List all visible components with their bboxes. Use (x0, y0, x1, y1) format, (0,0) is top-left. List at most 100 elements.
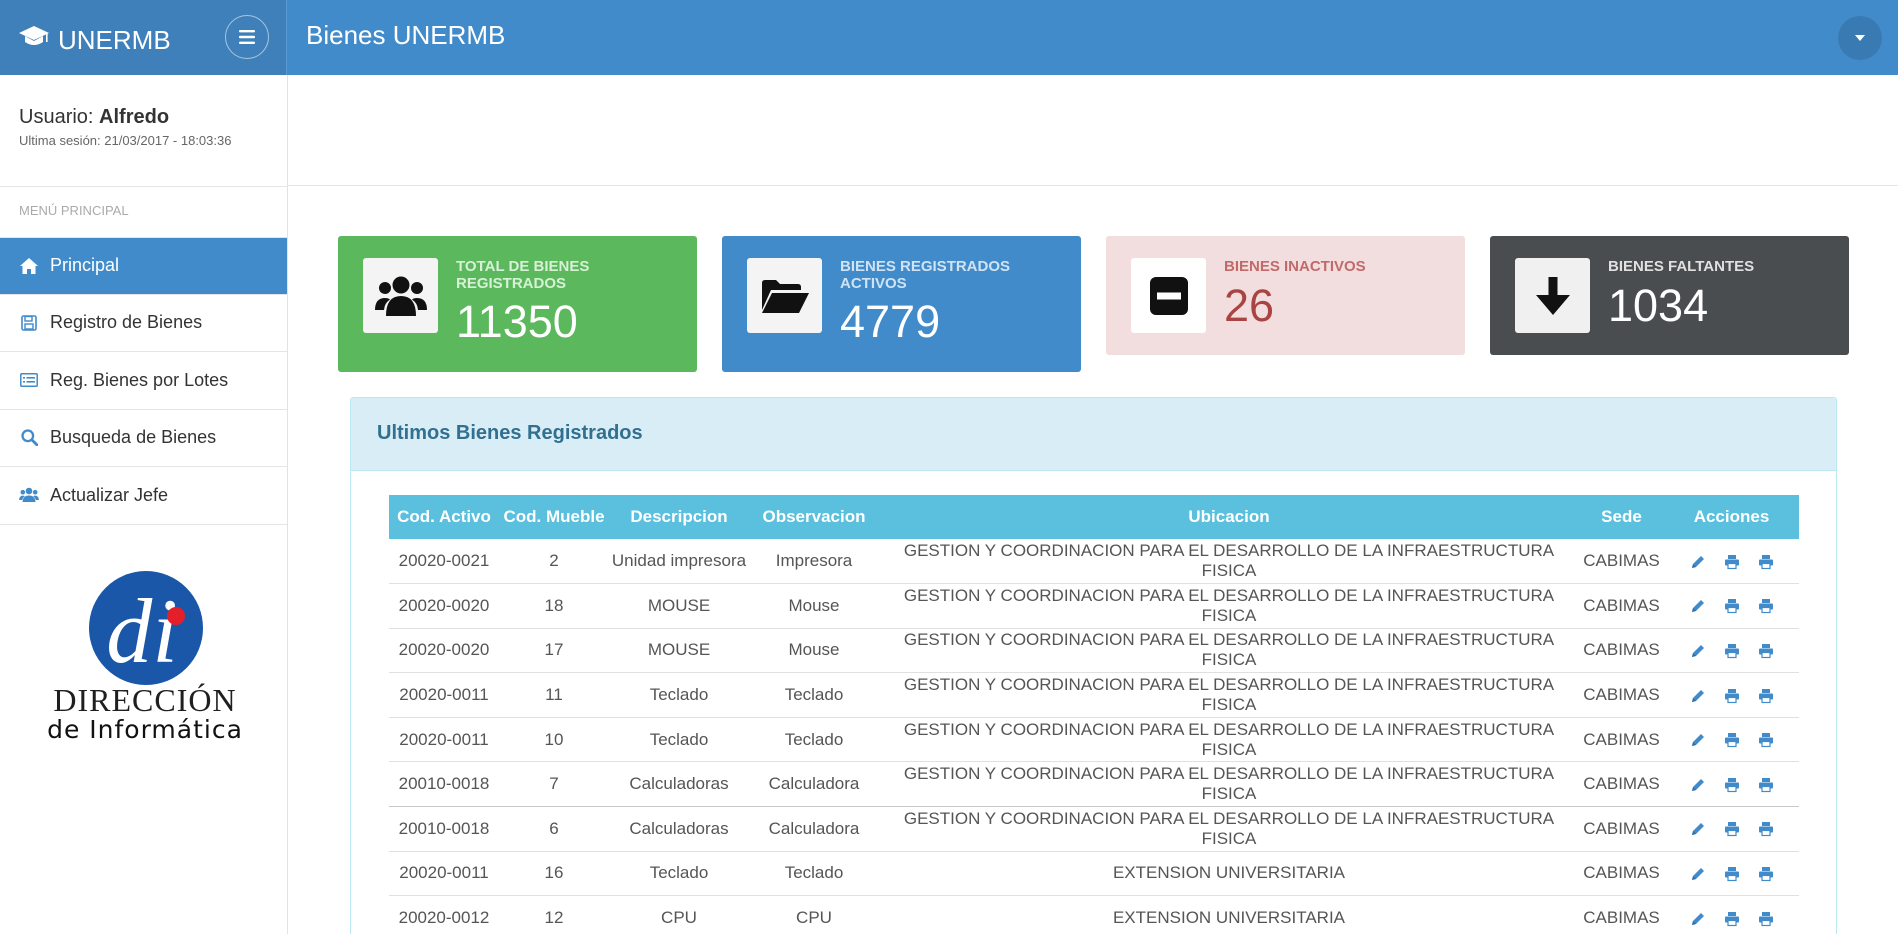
panel-title: Ultimos Bienes Registrados (377, 422, 643, 444)
edit-button[interactable] (1690, 688, 1706, 704)
users-icon (19, 486, 39, 504)
cell-observacion: Teclado (749, 717, 879, 763)
edit-icon (1691, 912, 1704, 925)
column-header: Cod. Mueble (499, 495, 609, 539)
stat-value: 11350 (456, 296, 578, 347)
print-icon (1758, 911, 1773, 926)
print-icon (1758, 599, 1773, 614)
edit-button[interactable] (1690, 554, 1706, 570)
print-label-button[interactable] (1758, 598, 1774, 614)
cell-descripcion: Teclado (609, 672, 749, 718)
print-icon (1724, 777, 1739, 792)
stat-value: 1034 (1608, 280, 1709, 331)
search-icon (19, 429, 39, 447)
print-icon (1724, 822, 1739, 837)
cell-cod-activo: 20020-0021 (389, 539, 499, 585)
edit-button[interactable] (1690, 732, 1706, 748)
cell-ubicacion: GESTION Y COORDINACION PARA EL DESARROLL… (879, 717, 1579, 763)
table-row: 20020-0011 10 Teclado Teclado GESTION Y COOR… (389, 717, 1799, 763)
sidebar-item-reg-lotes[interactable]: Reg. Bienes por Lotes (0, 352, 287, 410)
print-label-button[interactable] (1758, 732, 1774, 748)
stat-bienes-faltantes: BIENES FALTANTES 1034 (1490, 236, 1849, 355)
cell-cod-activo: 20020-0011 (389, 851, 499, 897)
cell-ubicacion: GESTION Y COORDINACION PARA EL DESARROLL… (879, 761, 1579, 808)
print-label-button[interactable] (1758, 911, 1774, 927)
edit-button[interactable] (1690, 911, 1706, 927)
stat-value: 26 (1224, 280, 1275, 331)
cell-descripcion: Teclado (609, 851, 749, 897)
print-button[interactable] (1724, 598, 1740, 614)
cell-cod-mueble: 12 (499, 895, 609, 934)
print-button[interactable] (1724, 643, 1740, 659)
user-name: Alfredo (99, 106, 170, 128)
print-label-button[interactable] (1758, 821, 1774, 837)
page-title: Bienes UNERMB (306, 20, 506, 50)
edit-icon (1691, 600, 1704, 613)
sidebar-item-registro-bienes[interactable]: Registro de Bienes (0, 295, 287, 352)
cell-acciones (1664, 761, 1799, 808)
print-label-button[interactable] (1758, 866, 1774, 882)
print-icon (1758, 644, 1773, 659)
print-button[interactable] (1724, 777, 1740, 793)
cell-ubicacion: GESTION Y COORDINACION PARA EL DESARROLL… (879, 539, 1579, 585)
sidebar: Usuario: Alfredo Ultima sesión: 21/03/20… (0, 75, 288, 934)
sidebar-menu: Principal Registro de Bienes Reg. Bienes… (0, 237, 287, 525)
edit-icon (1691, 823, 1704, 836)
cell-cod-activo: 20010-0018 (389, 761, 499, 808)
print-icon (1724, 554, 1739, 569)
print-button[interactable] (1724, 554, 1740, 570)
print-label-button[interactable] (1758, 688, 1774, 704)
edit-button[interactable] (1690, 777, 1706, 793)
list-icon (19, 371, 39, 389)
print-button[interactable] (1724, 732, 1740, 748)
edit-button[interactable] (1690, 598, 1706, 614)
content-header (288, 75, 1898, 186)
cell-descripcion: CPU (609, 895, 749, 934)
arrow-down-icon (1515, 258, 1590, 333)
print-button[interactable] (1724, 688, 1740, 704)
print-button[interactable] (1724, 866, 1740, 882)
cell-ubicacion: GESTION Y COORDINACION PARA EL DESARROLL… (879, 583, 1579, 629)
cell-cod-mueble: 6 (499, 806, 609, 852)
print-button[interactable] (1724, 821, 1740, 837)
edit-button[interactable] (1690, 643, 1706, 659)
graduation-cap-icon (19, 26, 49, 45)
cell-acciones (1664, 717, 1799, 763)
edit-button[interactable] (1690, 821, 1706, 837)
edit-icon (1691, 778, 1704, 791)
table-row: 20020-0011 11 Teclado Teclado GESTION Y COOR… (389, 672, 1799, 718)
sidebar-toggle-button[interactable] (225, 15, 269, 59)
cell-ubicacion: EXTENSION UNIVERSITARIA (879, 895, 1579, 934)
print-label-button[interactable] (1758, 554, 1774, 570)
column-header: Acciones (1664, 495, 1799, 539)
print-button[interactable] (1724, 911, 1740, 927)
cell-sede: CABIMAS (1579, 583, 1664, 629)
sidebar-item-busqueda[interactable]: Busqueda de Bienes (0, 410, 287, 467)
sidebar-item-principal[interactable]: Principal (0, 237, 287, 295)
cell-cod-mueble: 16 (499, 851, 609, 897)
cell-descripcion: Teclado (609, 717, 749, 763)
cell-descripcion: Unidad impresora (609, 539, 749, 585)
print-icon (1724, 866, 1739, 882)
print-icon (1724, 599, 1739, 614)
user-menu-dropdown[interactable] (1838, 16, 1882, 60)
table-row: 20020-0012 12 CPU CPU EXTENSION UNIVERSITARI… (389, 895, 1799, 934)
top-navbar: UNERMB Bienes UNERMB (0, 0, 1898, 75)
print-label-button[interactable] (1758, 777, 1774, 793)
print-icon (1758, 822, 1773, 837)
column-header: Observacion (749, 495, 879, 539)
edit-button[interactable] (1690, 866, 1706, 882)
cell-observacion: CPU (749, 895, 879, 934)
direccion-informatica-logo: di DIRECCIÓN de Informática (40, 570, 250, 745)
cell-sede: CABIMAS (1579, 717, 1664, 763)
cell-ubicacion: EXTENSION UNIVERSITARIA (879, 851, 1579, 897)
logo-line2: de Informática (47, 715, 243, 744)
print-label-button[interactable] (1758, 643, 1774, 659)
stat-label: BIENES FALTANTES (1608, 258, 1755, 275)
sidebar-item-actualizar-jefe[interactable]: Actualizar Jefe (0, 467, 287, 525)
floppy-icon (19, 314, 39, 332)
print-icon (1758, 777, 1773, 792)
cell-observacion: Teclado (749, 851, 879, 897)
print-icon (1724, 644, 1739, 659)
table-row: 20020-0020 18 MOUSE Mouse GESTION Y COORDINA… (389, 583, 1799, 629)
